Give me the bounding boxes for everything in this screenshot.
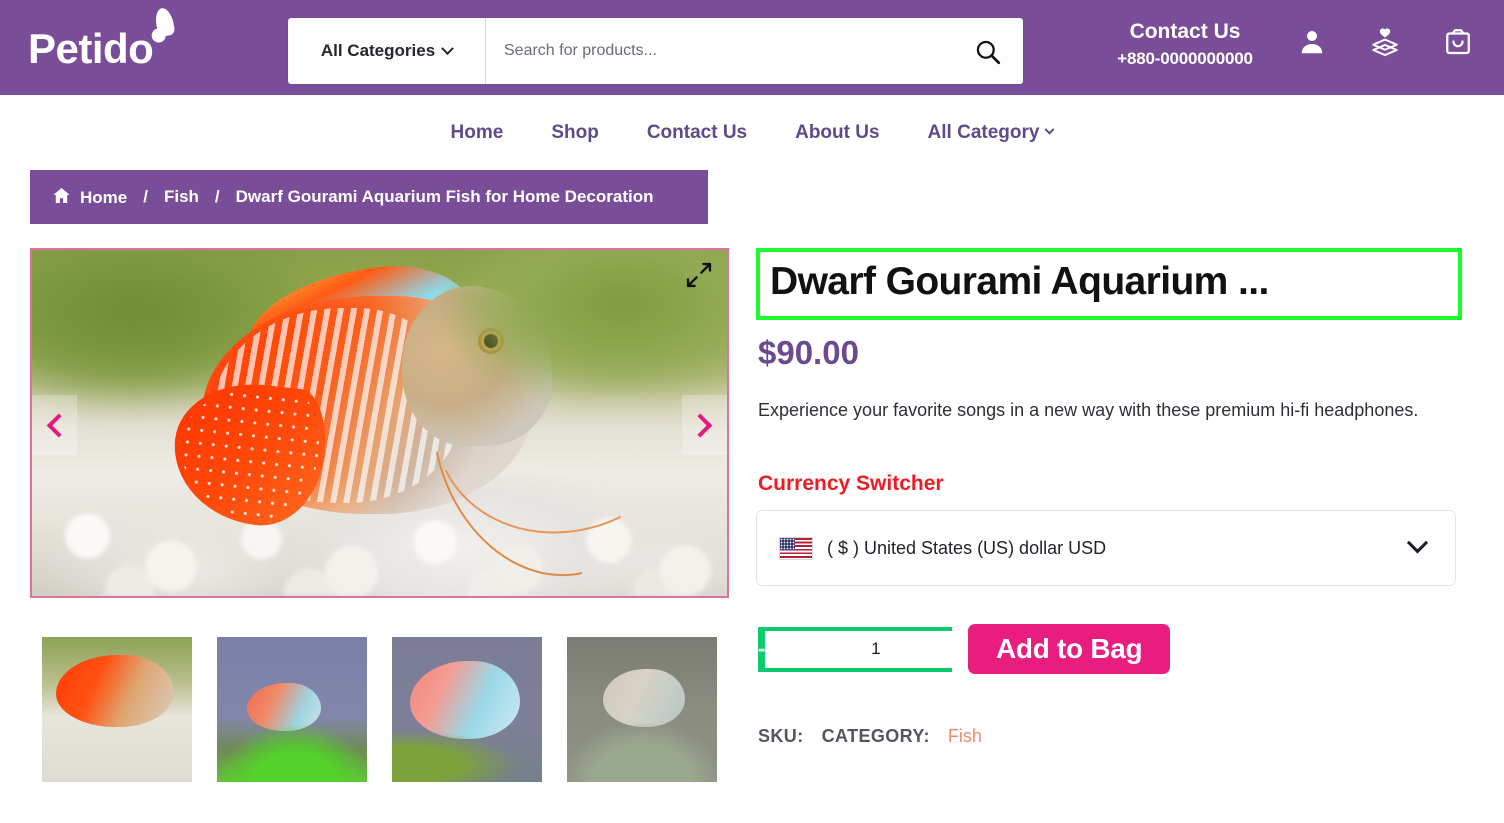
breadcrumb-item-fish[interactable]: Fish	[164, 187, 199, 207]
product-description: Experience your favorite songs in a new …	[758, 400, 1419, 420]
chevron-right-icon	[688, 412, 713, 438]
cart-action-row: - + Add to Bag	[758, 624, 1462, 674]
fish-head	[402, 286, 552, 446]
chevron-down-icon	[1406, 531, 1429, 553]
thumb-foliage	[567, 724, 717, 782]
nav-item-shop[interactable]: Shop	[551, 122, 599, 144]
fish-anal-fin	[167, 376, 331, 532]
quantity-input[interactable]	[765, 630, 987, 668]
fish-illustration	[160, 256, 622, 596]
contact-phone[interactable]: +880-0000000000	[1095, 46, 1275, 72]
sku-label: SKU:	[758, 726, 804, 746]
thumb-foliage	[392, 724, 542, 782]
currency-switcher-heading: Currency Switcher	[758, 472, 944, 495]
thumbnail-1[interactable]	[42, 637, 192, 782]
breadcrumb-separator: /	[214, 187, 220, 206]
flag-canton	[780, 537, 795, 550]
category-dropdown-label: All Categories	[320, 41, 436, 60]
product-meta: SKU: CATEGORY: Fish	[758, 726, 1462, 747]
product-details-panel: Dwarf Gourami Aquarium ... $90.00 Experi…	[756, 248, 1462, 747]
expand-arrows-icon	[686, 262, 712, 288]
site-logo[interactable]: Petido	[28, 6, 218, 80]
main-navigation: Home Shop Contact Us About Us All Catego…	[0, 95, 1504, 170]
nav-label: Shop	[551, 121, 599, 143]
search-input[interactable]	[486, 18, 951, 84]
nav-item-all-category[interactable]: All Category	[927, 121, 1055, 144]
thumbnail-strip	[42, 637, 717, 782]
home-icon	[53, 188, 70, 203]
breadcrumb-item-home[interactable]: Home	[52, 186, 127, 208]
thumb-foliage	[42, 724, 192, 782]
thumb-fish	[56, 655, 174, 727]
account-icon[interactable]	[1297, 27, 1327, 57]
nav-label: About Us	[795, 121, 880, 143]
thumbnail-3[interactable]	[392, 637, 542, 782]
quantity-decrement-button[interactable]: -	[758, 627, 765, 672]
search-bar: All Categories	[288, 18, 1023, 84]
nav-label: Contact Us	[646, 121, 748, 143]
search-icon	[976, 40, 1000, 64]
thumbnail-2[interactable]	[217, 637, 367, 782]
product-price: $90.00	[758, 334, 859, 371]
category-value[interactable]: Fish	[948, 726, 982, 747]
quantity-stepper: - +	[758, 626, 999, 672]
thumb-fish	[603, 669, 685, 727]
contact-block: Contact Us +880-0000000000	[1095, 18, 1275, 72]
breadcrumb: Home / Fish / Dwarf Gourami Aquarium Fis…	[30, 170, 708, 224]
fish-eye	[478, 328, 504, 354]
gallery-prev-button[interactable]	[32, 395, 77, 455]
add-to-bag-button[interactable]: Add to Bag	[968, 624, 1171, 674]
product-main-image[interactable]	[32, 250, 727, 596]
contact-title: Contact Us	[1129, 20, 1241, 43]
nav-item-about-us[interactable]: About Us	[795, 122, 879, 144]
logo-paw-icon	[153, 6, 176, 38]
product-image-gallery	[30, 248, 729, 598]
currency-selected-label: ( $ ) United States (US) dollar USD	[827, 537, 1107, 558]
breadcrumb-separator: /	[143, 187, 148, 206]
nav-label: Home	[450, 121, 504, 143]
nav-label: All Category	[927, 121, 1040, 143]
expand-image-button[interactable]	[685, 261, 713, 289]
wishlist-box-icon[interactable]	[1369, 26, 1401, 58]
thumb-foliage	[217, 724, 367, 782]
breadcrumb-item-current: Dwarf Gourami Aquarium Fish for Home Dec…	[235, 187, 654, 206]
logo-text: Petido	[28, 25, 154, 72]
us-flag-icon	[779, 536, 813, 560]
category-label: CATEGORY:	[821, 726, 930, 746]
product-title-highlight: Dwarf Gourami Aquarium ...	[756, 248, 1462, 320]
thumbnail-4[interactable]	[567, 637, 717, 782]
nav-item-home[interactable]: Home	[451, 122, 504, 144]
top-header-bar: Petido All Categories Contact Us +880-00…	[0, 0, 1504, 95]
gallery-next-button[interactable]	[682, 395, 727, 455]
search-button[interactable]	[951, 18, 1023, 84]
header-icon-group	[1297, 26, 1473, 58]
chevron-left-icon	[46, 412, 71, 438]
shopping-bag-icon[interactable]	[1443, 27, 1473, 57]
page-title: Dwarf Gourami Aquarium ...	[770, 260, 1269, 303]
nav-item-contact-us[interactable]: Contact Us	[647, 122, 747, 144]
category-dropdown[interactable]: All Categories	[288, 18, 486, 84]
currency-select[interactable]: ( $ ) United States (US) dollar USD	[756, 510, 1456, 586]
chevron-down-icon	[441, 41, 455, 55]
chevron-down-icon	[1045, 124, 1055, 135]
breadcrumb-label: Home	[80, 188, 128, 207]
